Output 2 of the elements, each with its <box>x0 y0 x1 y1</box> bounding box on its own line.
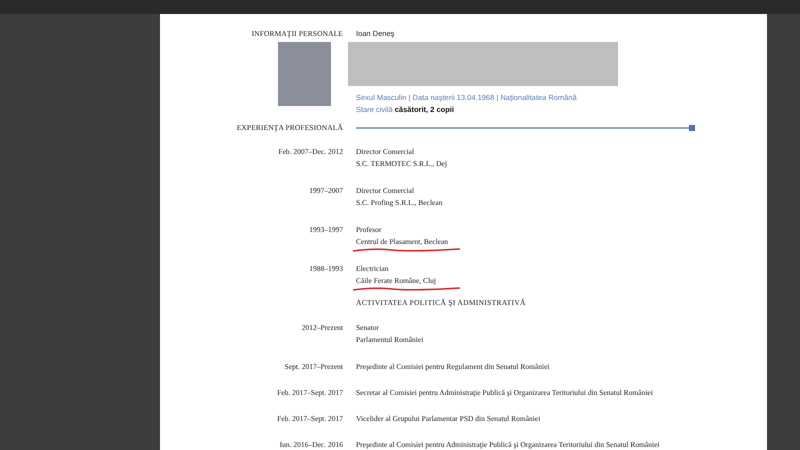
square-marker <box>689 125 695 131</box>
photo-placeholder <box>278 42 331 106</box>
